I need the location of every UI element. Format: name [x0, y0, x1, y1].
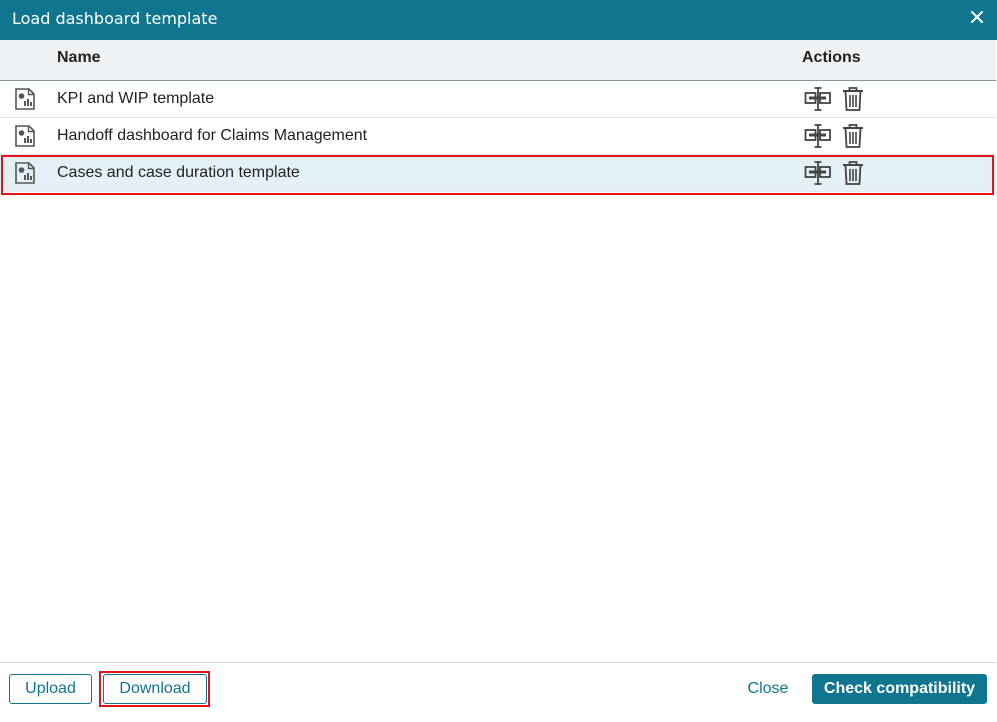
template-name: Handoff dashboard for Claims Management	[57, 127, 368, 144]
template-row[interactable]: KPI and WIP template	[0, 81, 996, 118]
dashboard-document-icon	[15, 162, 35, 184]
trash-icon[interactable]	[842, 86, 864, 112]
check-compatibility-icon[interactable]	[804, 161, 832, 185]
dialog-titlebar: Load dashboard template	[0, 0, 997, 40]
load-dashboard-template-dialog: Load dashboard template Name Actions KPI…	[0, 0, 997, 722]
column-header-name[interactable]: Name	[57, 49, 101, 67]
template-name: KPI and WIP template	[57, 90, 215, 107]
close-icon[interactable]	[969, 9, 985, 25]
check-compatibility-icon[interactable]	[804, 87, 832, 111]
template-name: Cases and case duration template	[57, 164, 300, 181]
dialog-title: Load dashboard template	[12, 9, 218, 28]
table-header: Name Actions	[0, 40, 996, 81]
download-button[interactable]: Download	[103, 674, 207, 704]
upload-button[interactable]: Upload	[9, 674, 92, 704]
close-button[interactable]: Close	[737, 674, 799, 704]
column-header-actions: Actions	[802, 49, 861, 66]
dialog-footer: Upload Download Close Check compatibilit…	[0, 662, 996, 722]
trash-icon[interactable]	[842, 123, 864, 149]
template-list: KPI and WIP template Handoff dashboard f…	[0, 81, 996, 192]
template-row-selected[interactable]: Cases and case duration template	[0, 155, 996, 192]
trash-icon[interactable]	[842, 160, 864, 186]
dashboard-document-icon	[15, 125, 35, 147]
check-compatibility-button[interactable]: Check compatibility	[812, 674, 987, 704]
template-row[interactable]: Handoff dashboard for Claims Management	[0, 118, 996, 155]
check-compatibility-icon[interactable]	[804, 124, 832, 148]
dashboard-document-icon	[15, 88, 35, 110]
